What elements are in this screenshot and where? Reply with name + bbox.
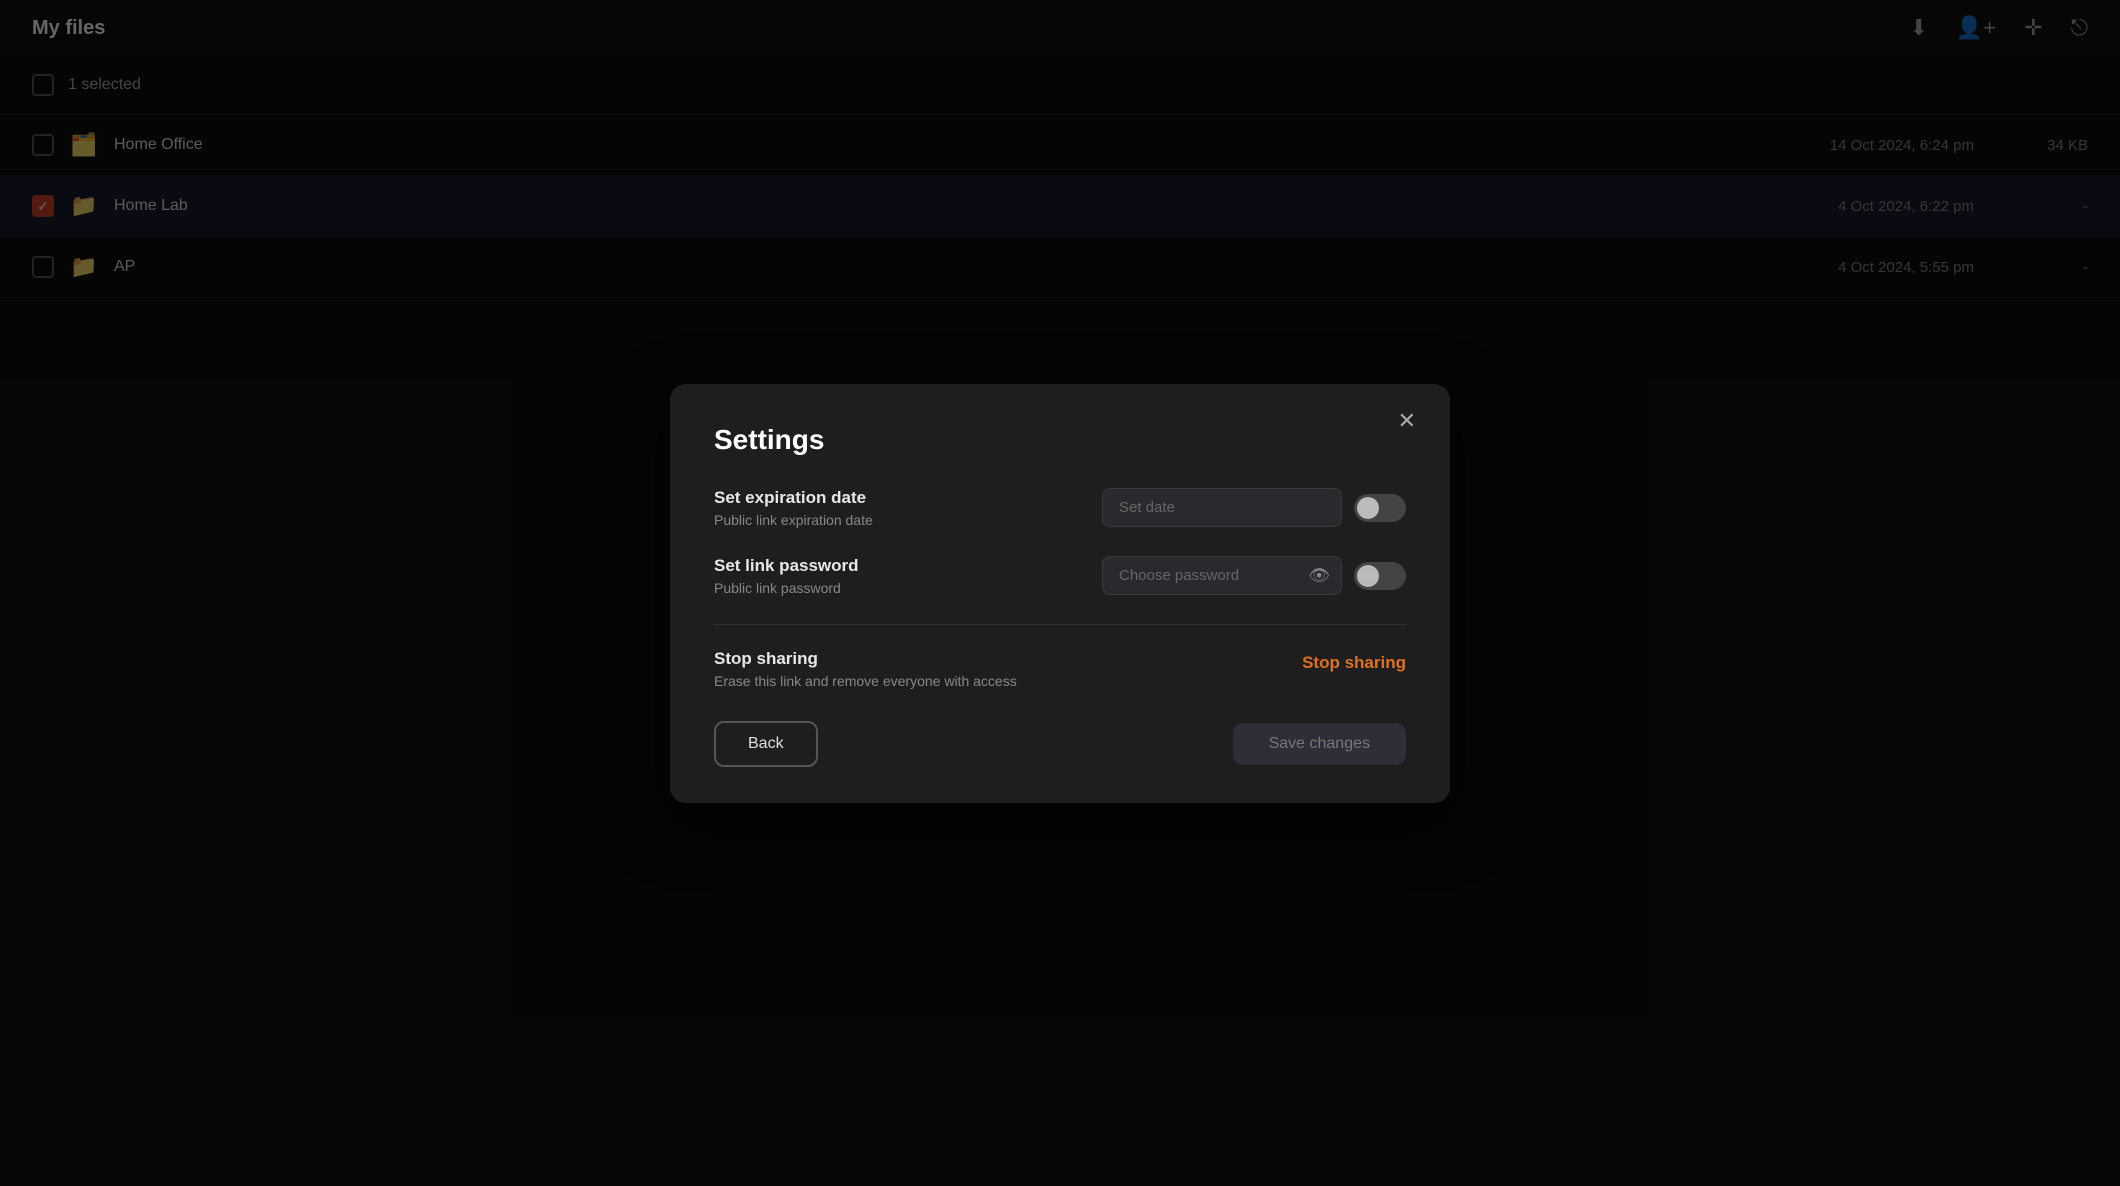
password-label: Set link password	[714, 556, 1102, 576]
stop-sharing-label: Stop sharing	[714, 649, 1302, 669]
expiration-desc: Public link expiration date	[714, 512, 1102, 528]
password-toggle[interactable]	[1354, 562, 1406, 590]
stop-sharing-button[interactable]: Stop sharing	[1302, 649, 1406, 677]
expiration-info: Set expiration date Public link expirati…	[714, 488, 1102, 528]
back-button[interactable]: Back	[714, 721, 818, 767]
stop-sharing-desc: Erase this link and remove everyone with…	[714, 673, 1302, 689]
divider	[714, 624, 1406, 625]
dialog-footer: Back Save changes	[714, 721, 1406, 767]
password-info: Set link password Public link password	[714, 556, 1102, 596]
modal-overlay: ✕ Settings Set expiration date Public li…	[0, 0, 2120, 1186]
save-button[interactable]: Save changes	[1233, 723, 1406, 765]
stop-sharing-row: Stop sharing Erase this link and remove …	[714, 649, 1406, 689]
expiration-setting-row: Set expiration date Public link expirati…	[714, 488, 1406, 528]
password-setting-row: Set link password Public link password 👁	[714, 556, 1406, 596]
settings-dialog: ✕ Settings Set expiration date Public li…	[670, 384, 1450, 803]
show-password-icon[interactable]: 👁	[1308, 566, 1330, 586]
expiration-controls	[1102, 488, 1406, 527]
expiration-toggle[interactable]	[1354, 494, 1406, 522]
expiration-label: Set expiration date	[714, 488, 1102, 508]
password-input[interactable]	[1102, 556, 1342, 595]
date-input[interactable]	[1102, 488, 1342, 527]
password-desc: Public link password	[714, 580, 1102, 596]
close-button[interactable]: ✕	[1390, 406, 1424, 436]
dialog-title: Settings	[714, 424, 1406, 456]
stop-sharing-info: Stop sharing Erase this link and remove …	[714, 649, 1302, 689]
password-input-wrap: 👁	[1102, 556, 1342, 595]
password-controls: 👁	[1102, 556, 1406, 595]
